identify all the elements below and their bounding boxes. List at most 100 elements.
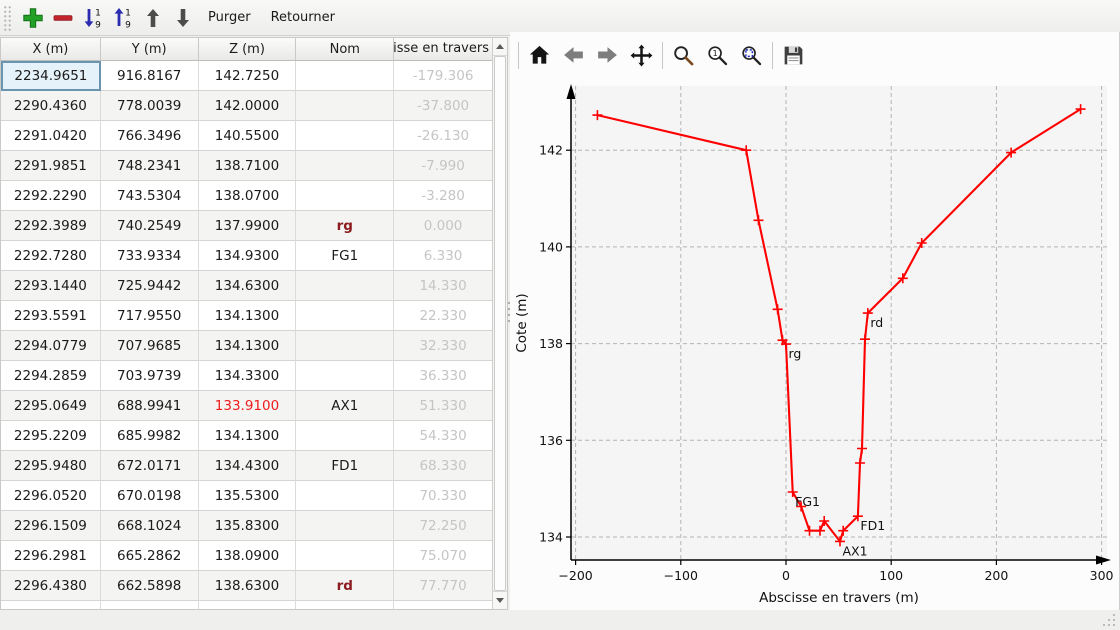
cell-abscisse[interactable]: 6.330: [394, 241, 492, 271]
cell-nom[interactable]: [296, 91, 394, 121]
cell-z[interactable]: 135.5300: [199, 481, 297, 511]
cell-abscisse[interactable]: 68.330: [394, 451, 492, 481]
cell-x[interactable]: 2296.1509: [1, 511, 101, 541]
cell-z[interactable]: 134.3300: [199, 361, 297, 391]
cell-nom[interactable]: [296, 511, 394, 541]
move-down-button[interactable]: [168, 3, 198, 33]
cell-abscisse[interactable]: -179.306: [394, 61, 492, 91]
cell-y[interactable]: 665.2862: [101, 541, 199, 571]
cell-x[interactable]: 2296.2981: [1, 541, 101, 571]
cell-y[interactable]: 670.0198: [101, 481, 199, 511]
cell-z[interactable]: 134.1300: [199, 421, 297, 451]
cell-nom[interactable]: FG1: [296, 241, 394, 271]
add-point-button[interactable]: [18, 3, 48, 33]
cell-y[interactable]: [101, 601, 199, 610]
column-header-nom[interactable]: Nom: [296, 38, 394, 60]
cell-y[interactable]: 733.9334: [101, 241, 199, 271]
cell-z[interactable]: 134.1300: [199, 331, 297, 361]
cell-nom[interactable]: rg: [296, 211, 394, 241]
cell-z[interactable]: 138.7100: [199, 151, 297, 181]
cell-abscisse[interactable]: 0.000: [394, 211, 492, 241]
zoom-selection-button[interactable]: [738, 42, 765, 69]
cell-z[interactable]: 134.9300: [199, 241, 297, 271]
cell-abscisse[interactable]: 32.330: [394, 331, 492, 361]
cell-nom[interactable]: [296, 271, 394, 301]
cell-x[interactable]: [1, 601, 101, 610]
cell-x[interactable]: 2295.9480: [1, 451, 101, 481]
cell-abscisse[interactable]: 70.330: [394, 481, 492, 511]
toolbar-grip-handle[interactable]: [3, 5, 12, 31]
cell-x[interactable]: 2290.4360: [1, 91, 101, 121]
cell-nom[interactable]: [296, 541, 394, 571]
cell-abscisse[interactable]: 72.250: [394, 511, 492, 541]
cell-z[interactable]: 140.5500: [199, 121, 297, 151]
cell-nom[interactable]: AX1: [296, 391, 394, 421]
cell-abscisse[interactable]: 51.330: [394, 391, 492, 421]
cell-nom[interactable]: FD1: [296, 451, 394, 481]
cell-x[interactable]: 2296.0520: [1, 481, 101, 511]
cell-abscisse[interactable]: 36.330: [394, 361, 492, 391]
cell-abscisse[interactable]: 22.330: [394, 301, 492, 331]
sort-ascending-button[interactable]: 1 9: [78, 3, 108, 33]
cell-x[interactable]: 2295.0649: [1, 391, 101, 421]
cell-y[interactable]: 672.0171: [101, 451, 199, 481]
cell-y[interactable]: 685.9982: [101, 421, 199, 451]
cell-z[interactable]: 138.6300: [199, 571, 297, 601]
cell-nom[interactable]: [296, 181, 394, 211]
cell-x[interactable]: 2293.1440: [1, 271, 101, 301]
zoom-original-button[interactable]: 1: [704, 42, 731, 69]
cell-z[interactable]: 134.6300: [199, 271, 297, 301]
cell-y[interactable]: 707.9685: [101, 331, 199, 361]
cell-x[interactable]: 2291.9851: [1, 151, 101, 181]
pan-button[interactable]: [628, 42, 655, 69]
cell-nom[interactable]: rd: [296, 571, 394, 601]
sort-descending-button[interactable]: 1 9: [108, 3, 138, 33]
cell-nom[interactable]: [296, 121, 394, 151]
cell-nom[interactable]: [296, 61, 394, 91]
cell-nom[interactable]: [296, 151, 394, 181]
cell-abscisse[interactable]: 77.770: [394, 571, 492, 601]
cell-x[interactable]: 2292.7280: [1, 241, 101, 271]
profile-plot[interactable]: −200−1000100200300134136138140142Absciss…: [510, 77, 1120, 612]
cell-z[interactable]: 142.0000: [199, 91, 297, 121]
cell-y[interactable]: 766.3496: [101, 121, 199, 151]
cell-z[interactable]: 134.1300: [199, 301, 297, 331]
cell-y[interactable]: 717.9550: [101, 301, 199, 331]
scrollbar-up-button[interactable]: [493, 38, 507, 56]
column-header-x[interactable]: X (m): [1, 38, 101, 60]
cell-nom[interactable]: [296, 481, 394, 511]
save-figure-button[interactable]: [780, 42, 807, 69]
cell-z[interactable]: 134.4300: [199, 451, 297, 481]
cell-x[interactable]: 2294.2859: [1, 361, 101, 391]
column-header-z[interactable]: Z (m): [199, 38, 297, 60]
cell-nom[interactable]: [296, 331, 394, 361]
column-header-y[interactable]: Y (m): [101, 38, 199, 60]
zoom-button[interactable]: [670, 42, 697, 69]
cell-x[interactable]: 2291.0420: [1, 121, 101, 151]
cell-y[interactable]: 703.9739: [101, 361, 199, 391]
cell-z[interactable]: 138.0700: [199, 181, 297, 211]
cell-nom[interactable]: [296, 301, 394, 331]
cell-abscisse[interactable]: [394, 601, 492, 610]
cell-y[interactable]: 778.0039: [101, 91, 199, 121]
cell-y[interactable]: 688.9941: [101, 391, 199, 421]
cell-abscisse[interactable]: -26.130: [394, 121, 492, 151]
cell-abscisse[interactable]: -37.800: [394, 91, 492, 121]
table-scrollbar[interactable]: [492, 37, 508, 610]
move-up-button[interactable]: [138, 3, 168, 33]
scrollbar-thumb[interactable]: [494, 56, 506, 591]
cell-y[interactable]: 725.9442: [101, 271, 199, 301]
home-button[interactable]: [526, 42, 553, 69]
cell-abscisse[interactable]: -3.280: [394, 181, 492, 211]
cell-y[interactable]: 743.5304: [101, 181, 199, 211]
cell-abscisse[interactable]: 54.330: [394, 421, 492, 451]
cell-abscisse[interactable]: -7.990: [394, 151, 492, 181]
scrollbar-down-button[interactable]: [493, 591, 507, 609]
cell-abscisse[interactable]: 75.070: [394, 541, 492, 571]
cell-z[interactable]: 142.7250: [199, 61, 297, 91]
cell-x[interactable]: 2295.2209: [1, 421, 101, 451]
cell-z[interactable]: 133.9100: [199, 391, 297, 421]
column-header-abscisse[interactable]: Abscisse en travers: [394, 38, 492, 60]
cell-x[interactable]: 2293.5591: [1, 301, 101, 331]
cell-x[interactable]: 2296.4380: [1, 571, 101, 601]
